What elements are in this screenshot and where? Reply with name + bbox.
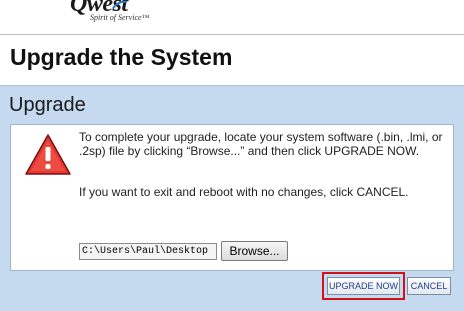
cancel-button[interactable]: CANCEL: [407, 277, 451, 295]
brand-tagline: Spirit of Service™: [90, 13, 150, 22]
header-divider: [0, 34, 464, 35]
browse-button[interactable]: Browse...: [221, 241, 288, 261]
swoosh-icon: [112, 0, 128, 9]
panel-title: Upgrade: [9, 94, 86, 116]
upgrade-panel: Upgrade To complete your upgrade, locate…: [0, 85, 464, 311]
page-title: Upgrade the System: [10, 44, 233, 70]
upgrade-now-button[interactable]: UPGRADE NOW: [327, 277, 400, 295]
warning-triangle-icon: [25, 134, 71, 175]
instruction-text: To complete your upgrade, locate your sy…: [79, 130, 443, 158]
file-path-input[interactable]: C:\Users\Paul\Desktop: [79, 243, 217, 260]
upgrade-now-button-highlight: UPGRADE NOW: [322, 272, 405, 300]
cancel-instruction-text: If you want to exit and reboot with no c…: [79, 185, 409, 199]
brand-header: Qwest Spirit of Service™: [0, 0, 464, 34]
upgrade-message-box: To complete your upgrade, locate your sy…: [10, 124, 454, 271]
